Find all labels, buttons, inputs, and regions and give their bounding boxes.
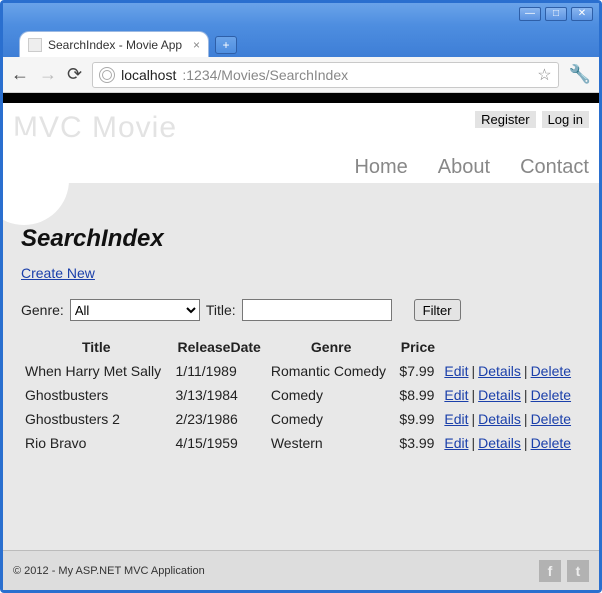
new-tab-button[interactable]: +	[215, 36, 237, 54]
cell-actions: Edit|Details|Delete	[440, 431, 581, 455]
table-header-row: Title ReleaseDate Genre Price	[21, 335, 581, 359]
details-link[interactable]: Details	[478, 363, 521, 379]
cell-actions: Edit|Details|Delete	[440, 359, 581, 383]
table-row: Ghostbusters3/13/1984Comedy$8.99Edit|Det…	[21, 383, 581, 407]
details-link[interactable]: Details	[478, 411, 521, 427]
cell-price: $9.99	[395, 407, 440, 431]
cell-genre: Western	[267, 431, 396, 455]
cell-release: 4/15/1959	[172, 431, 267, 455]
window-maximize-button[interactable]: □	[545, 7, 567, 21]
col-actions	[440, 335, 581, 359]
table-row: Rio Bravo4/15/1959Western$3.99Edit|Detai…	[21, 431, 581, 455]
col-release: ReleaseDate	[172, 335, 267, 359]
separator: |	[468, 387, 478, 403]
delete-link[interactable]: Delete	[531, 411, 571, 427]
genre-label: Genre:	[21, 302, 64, 318]
main-nav: Home About Contact	[354, 156, 589, 179]
separator: |	[468, 435, 478, 451]
url-host: localhost	[121, 67, 176, 83]
edit-link[interactable]: Edit	[444, 387, 468, 403]
cell-actions: Edit|Details|Delete	[440, 407, 581, 431]
settings-wrench-icon[interactable]: 🔧	[569, 64, 591, 85]
separator: |	[521, 363, 531, 379]
separator: |	[521, 435, 531, 451]
site-footer: © 2012 - My ASP.NET MVC Application f t	[3, 550, 599, 590]
cell-price: $7.99	[395, 359, 440, 383]
nav-about[interactable]: About	[438, 156, 490, 179]
reload-button[interactable]: ⟳	[67, 64, 82, 85]
cell-title: When Harry Met Sally	[21, 359, 172, 383]
nav-home[interactable]: Home	[354, 156, 407, 179]
movies-table: Title ReleaseDate Genre Price When Harry…	[21, 335, 581, 455]
forward-button[interactable]: →	[39, 64, 57, 85]
cell-release: 1/11/1989	[172, 359, 267, 383]
login-link[interactable]: Log in	[542, 111, 589, 128]
delete-link[interactable]: Delete	[531, 363, 571, 379]
cell-genre: Comedy	[267, 383, 396, 407]
separator: |	[521, 387, 531, 403]
back-button[interactable]: ←	[11, 64, 29, 85]
create-new-row: Create New	[21, 265, 581, 281]
filter-button[interactable]: Filter	[414, 299, 461, 321]
browser-tab[interactable]: SearchIndex - Movie App ×	[19, 31, 209, 57]
title-input[interactable]	[242, 299, 392, 321]
top-black-bar	[3, 93, 599, 103]
browser-tab-strip: SearchIndex - Movie App × +	[3, 25, 599, 57]
details-link[interactable]: Details	[478, 435, 521, 451]
edit-link[interactable]: Edit	[444, 411, 468, 427]
tab-title: SearchIndex - Movie App	[48, 38, 182, 52]
favicon-icon	[28, 38, 42, 52]
cell-genre: Romantic Comedy	[267, 359, 396, 383]
url-path: :1234/Movies/SearchIndex	[182, 67, 348, 83]
cell-actions: Edit|Details|Delete	[440, 383, 581, 407]
cell-price: $3.99	[395, 431, 440, 455]
separator: |	[468, 363, 478, 379]
footer-copyright: © 2012 - My ASP.NET MVC Application	[13, 565, 205, 577]
footer-social: f t	[539, 560, 589, 582]
table-row: When Harry Met Sally1/11/1989Romantic Co…	[21, 359, 581, 383]
window-close-button[interactable]: ✕	[571, 7, 593, 21]
cell-genre: Comedy	[267, 407, 396, 431]
twitter-icon[interactable]: t	[567, 560, 589, 582]
page-title: SearchIndex	[21, 225, 581, 253]
nav-contact[interactable]: Contact	[520, 156, 589, 179]
cell-title: Ghostbusters	[21, 383, 172, 407]
create-new-link[interactable]: Create New	[21, 265, 95, 281]
col-genre: Genre	[267, 335, 396, 359]
register-link[interactable]: Register	[475, 111, 535, 128]
edit-link[interactable]: Edit	[444, 435, 468, 451]
filter-form: Genre: All Title: Filter	[21, 299, 581, 321]
window-minimize-button[interactable]: —	[519, 7, 541, 21]
col-title: Title	[21, 335, 172, 359]
page-content: SearchIndex Create New Genre: All Title:…	[3, 183, 599, 550]
delete-link[interactable]: Delete	[531, 387, 571, 403]
table-row: Ghostbusters 22/23/1986Comedy$9.99Edit|D…	[21, 407, 581, 431]
cell-release: 3/13/1984	[172, 383, 267, 407]
bookmark-star-icon[interactable]: ☆	[537, 65, 551, 85]
edit-link[interactable]: Edit	[444, 363, 468, 379]
genre-select[interactable]: All	[70, 299, 200, 321]
address-bar[interactable]: localhost :1234/Movies/SearchIndex ☆	[92, 62, 558, 88]
page-viewport: MVC Movie Register Log in Home About Con…	[3, 93, 599, 590]
browser-toolbar: ← → ⟳ localhost :1234/Movies/SearchIndex …	[3, 57, 599, 93]
delete-link[interactable]: Delete	[531, 435, 571, 451]
site-header: MVC Movie Register Log in Home About Con…	[3, 103, 599, 183]
title-label: Title:	[206, 302, 236, 318]
separator: |	[468, 411, 478, 427]
details-link[interactable]: Details	[478, 387, 521, 403]
cell-price: $8.99	[395, 383, 440, 407]
cell-title: Ghostbusters 2	[21, 407, 172, 431]
separator: |	[521, 411, 531, 427]
site-info-icon[interactable]	[99, 67, 115, 83]
window-titlebar: — □ ✕	[3, 3, 599, 25]
facebook-icon[interactable]: f	[539, 560, 561, 582]
col-price: Price	[395, 335, 440, 359]
close-tab-icon[interactable]: ×	[193, 38, 200, 52]
cell-title: Rio Bravo	[21, 431, 172, 455]
cell-release: 2/23/1986	[172, 407, 267, 431]
login-links: Register Log in	[475, 111, 589, 128]
